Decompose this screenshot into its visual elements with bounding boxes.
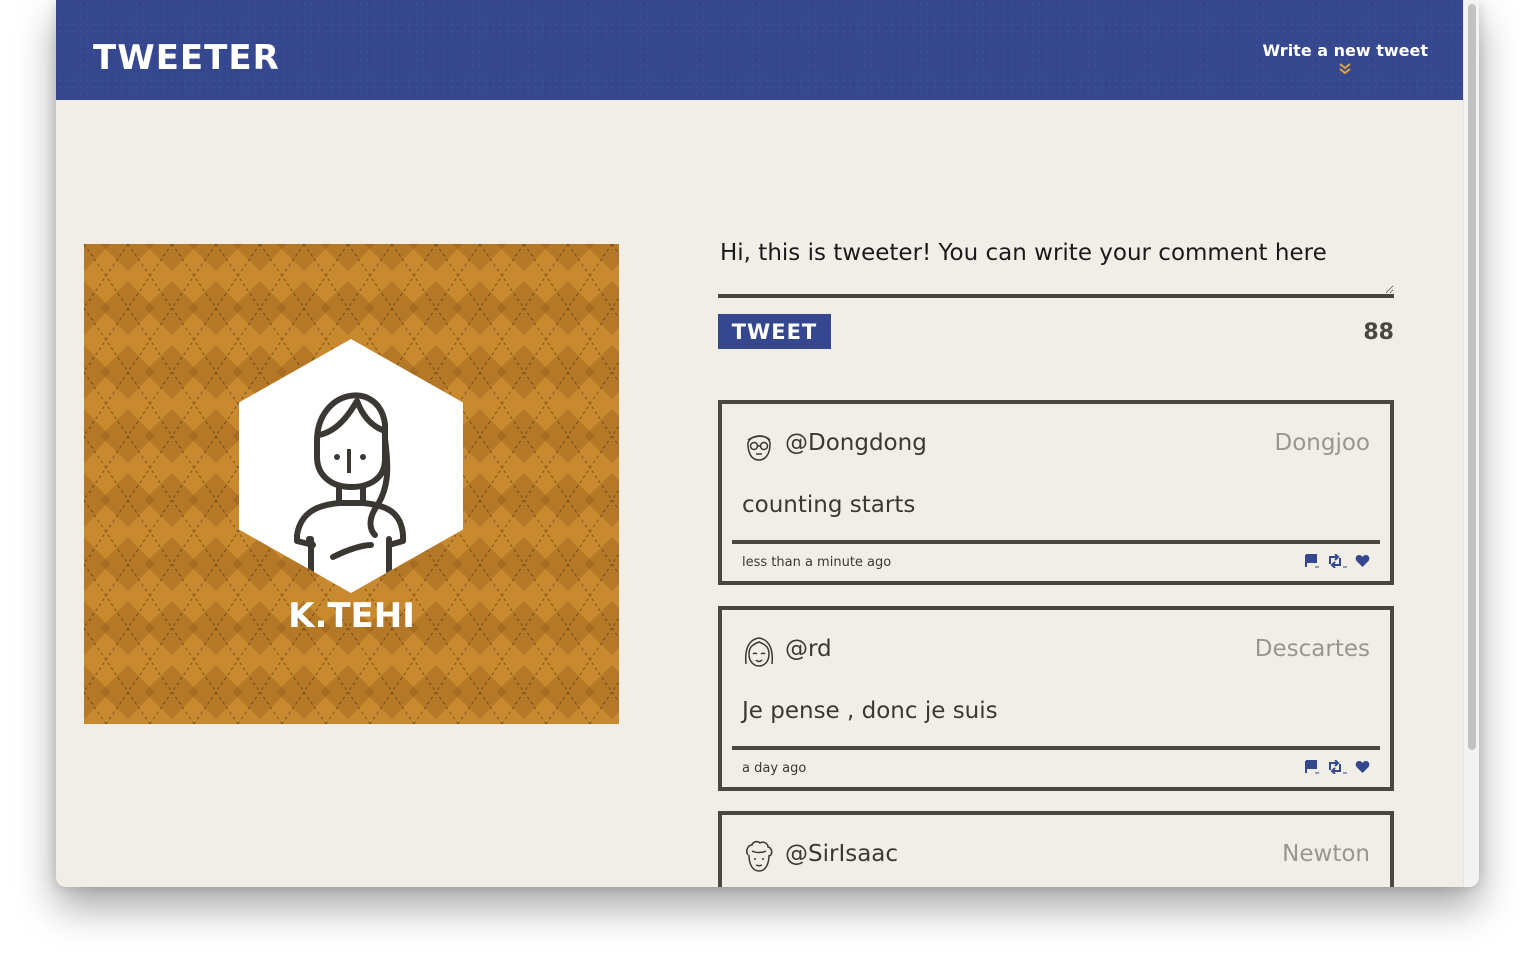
tweet-timestamp: a day ago: [742, 761, 807, 776]
tweet-content: Je pense , donc je suis: [742, 698, 998, 724]
scrollbar[interactable]: [1463, 0, 1479, 887]
compose-form: TWEET 88: [718, 238, 1394, 349]
profile-name: K.TEHI: [288, 596, 415, 636]
tweet-actions: [1304, 759, 1370, 778]
tweet-handle[interactable]: @SirIsaac: [785, 841, 898, 867]
tweet-header: @rd Descartes: [742, 632, 1370, 672]
write-new-tweet-link[interactable]: Write a new tweet: [1262, 41, 1428, 78]
tweet-handle[interactable]: @rd: [785, 636, 832, 662]
app-window: TWEETER Write a new tweet K.TEHI Hi, thi…: [56, 0, 1479, 887]
tweet-header: @SirIsaac Newton: [742, 837, 1370, 877]
flag-icon[interactable]: [1304, 553, 1319, 572]
tweet-card: @SirIsaac Newton: [718, 811, 1394, 887]
tweet-handle[interactable]: @Dongdong: [785, 430, 927, 456]
character-counter: 88: [1363, 320, 1394, 345]
brand-logo[interactable]: TWEETER: [93, 38, 280, 78]
tweet-card: @Dongdong Dongjoo counting starts less t…: [718, 400, 1394, 585]
write-new-tweet-label: Write a new tweet: [1262, 41, 1428, 60]
tweet-divider: [732, 540, 1380, 544]
tweet-card: @rd Descartes Je pense , donc je suis a …: [718, 606, 1394, 791]
retweet-icon[interactable]: [1327, 759, 1347, 778]
retweet-icon[interactable]: [1327, 553, 1347, 572]
tweet-content: counting starts: [742, 492, 916, 518]
tweet-timestamp: less than a minute ago: [742, 555, 892, 570]
double-chevron-down-icon: [1262, 62, 1428, 78]
tweet-input[interactable]: [718, 238, 1394, 298]
avatar-smile-icon: [744, 637, 774, 667]
tweet-divider: [732, 746, 1380, 750]
tweet-header: @Dongdong Dongjoo: [742, 426, 1370, 466]
tweet-author-name: Dongjoo: [1274, 430, 1371, 456]
heart-icon[interactable]: [1355, 759, 1370, 778]
heart-icon[interactable]: [1355, 553, 1370, 572]
tweet-author-name: Descartes: [1254, 636, 1370, 662]
scrollbar-thumb[interactable]: [1468, 4, 1476, 750]
tweet-author-name: Newton: [1282, 841, 1370, 867]
avatar-glasses-icon: [747, 435, 771, 461]
flag-icon[interactable]: [1304, 759, 1319, 778]
avatar-curly-icon: [746, 840, 773, 872]
tweet-button[interactable]: TWEET: [718, 314, 831, 349]
navbar: TWEETER Write a new tweet: [56, 0, 1464, 100]
profile-card: K.TEHI: [84, 244, 619, 724]
tweet-actions: [1304, 553, 1370, 572]
